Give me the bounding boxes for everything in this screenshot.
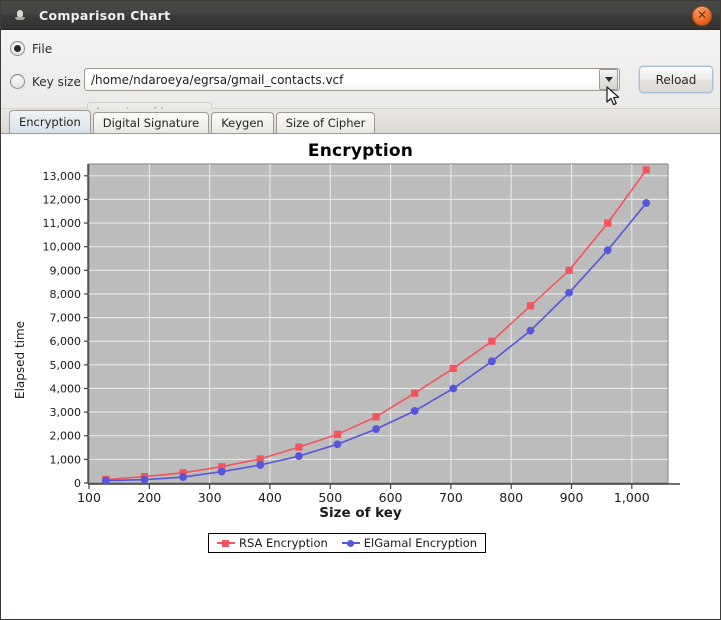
svg-text:1,000: 1,000 (50, 453, 82, 466)
svg-text:9,000: 9,000 (50, 264, 82, 277)
svg-text:300: 300 (198, 490, 222, 505)
file-radio-button[interactable] (10, 41, 25, 56)
svg-text:8,000: 8,000 (50, 288, 82, 301)
keysize-radio-label: Key size (32, 74, 81, 89)
tab-keygen[interactable]: Keygen (211, 112, 274, 133)
legend-label-elgamal: ElGamal Encryption (363, 536, 478, 550)
svg-text:200: 200 (137, 490, 161, 505)
svg-text:900: 900 (560, 490, 584, 505)
window-titlebar: Comparison Chart ✕ (1, 1, 720, 30)
source-selection-panel: File /home/ndaroeya/egrsa/gmail_contacts… (1, 30, 720, 122)
close-glyph: ✕ (696, 8, 708, 22)
svg-text:800: 800 (499, 490, 523, 505)
file-dropdown-button[interactable] (599, 69, 618, 90)
svg-text:6,000: 6,000 (50, 335, 82, 348)
svg-text:0: 0 (74, 477, 81, 490)
file-path-combobox[interactable]: /home/ndaroeya/egrsa/gmail_contacts.vcf (84, 68, 620, 91)
legend-swatch-elgamal (341, 539, 360, 548)
keysize-radio-row[interactable]: Key size (10, 74, 81, 89)
chevron-down-icon (604, 77, 613, 82)
comparison-chart-window: Comparison Chart ✕ File /home/ndaroeya/e… (0, 0, 721, 620)
file-path-input[interactable]: /home/ndaroeya/egrsa/gmail_contacts.vcf (85, 73, 599, 87)
file-radio-row[interactable]: File (10, 41, 52, 56)
svg-text:600: 600 (379, 490, 403, 505)
svg-text:5,000: 5,000 (50, 359, 82, 372)
app-icon (13, 8, 27, 22)
svg-text:12,000: 12,000 (43, 193, 82, 206)
tab-digital-signature[interactable]: Digital Signature (92, 112, 210, 133)
file-radio-label: File (32, 41, 53, 56)
tab-digital-signature-label: Digital Signature (102, 116, 200, 130)
tab-encryption-label: Encryption (19, 115, 81, 129)
legend-item-elgamal: ElGamal Encryption (341, 536, 478, 550)
chart-panel: Encryption Elapsed time Size of key 0 1,0… (1, 134, 720, 619)
legend-label-rsa: RSA Encryption (239, 536, 328, 550)
reload-button[interactable]: Reload (639, 66, 713, 93)
tab-bar: Encryption Digital Signature Keygen Size… (1, 109, 720, 134)
tab-encryption[interactable]: Encryption (9, 110, 91, 133)
svg-text:700: 700 (439, 490, 463, 505)
svg-text:100: 100 (77, 490, 101, 505)
svg-text:3,000: 3,000 (50, 406, 82, 419)
line-chart-plot: 0 1,000 2,000 3,000 4,000 5,000 6,000 7,000 8,00… (43, 163, 680, 505)
svg-text:11,000: 11,000 (43, 217, 82, 230)
legend-item-rsa: RSA Encryption (217, 536, 328, 550)
close-icon[interactable]: ✕ (692, 6, 712, 26)
svg-text:400: 400 (258, 490, 282, 505)
tab-size-of-cipher-label: Size of Cipher (285, 116, 366, 130)
svg-text:10,000: 10,000 (43, 241, 82, 254)
svg-text:500: 500 (318, 490, 342, 505)
svg-text:2,000: 2,000 (50, 430, 82, 443)
tab-keygen-label: Keygen (221, 116, 264, 130)
window-title: Comparison Chart (39, 7, 171, 23)
legend-swatch-rsa (217, 539, 235, 548)
svg-text:13,000: 13,000 (43, 170, 82, 183)
keysize-radio-button[interactable] (10, 74, 25, 89)
svg-text:1,000: 1,000 (614, 490, 650, 505)
tab-size-of-cipher[interactable]: Size of Cipher (275, 112, 376, 133)
svg-text:4,000: 4,000 (50, 382, 82, 395)
svg-text:7,000: 7,000 (50, 312, 82, 325)
chart-legend: RSA Encryption ElGamal Encryption (208, 533, 487, 553)
reload-button-label: Reload (655, 72, 697, 87)
